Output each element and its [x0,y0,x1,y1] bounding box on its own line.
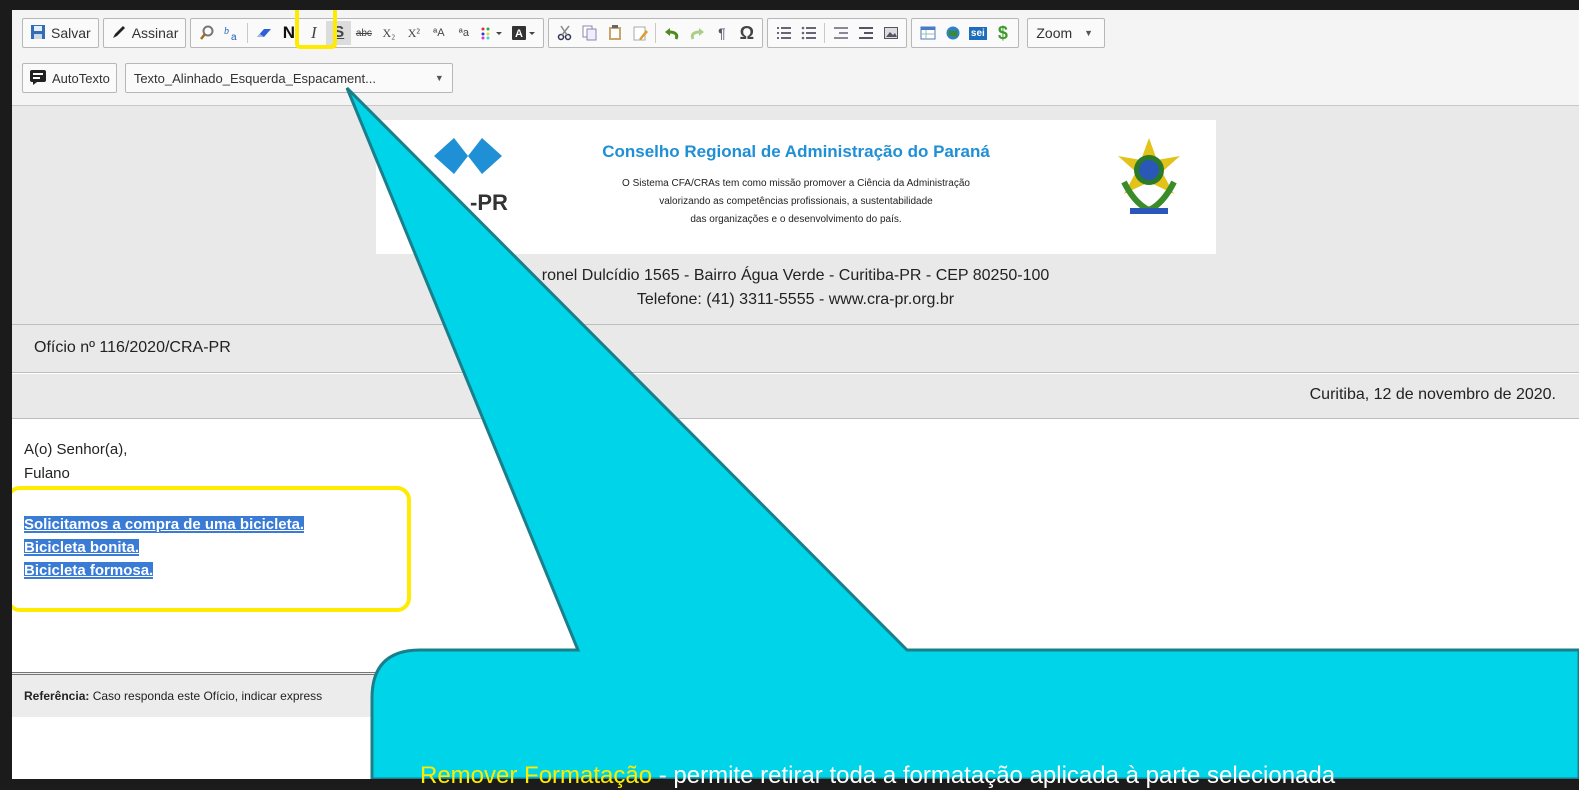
subscript-button[interactable]: X₂ [376,21,401,45]
reference-label: Referência: [24,689,90,703]
insert-group: sei $ [911,18,1020,48]
oficio-number-bar: Ofício nº 116/2020/CRA-PR [12,325,1579,373]
oficio-number: Ofício nº 116/2020/CRA-PR [34,339,231,356]
outdent-icon[interactable] [828,21,853,45]
image-icon[interactable] [878,21,903,45]
save-icon [30,24,46,43]
coat-of-arms [1104,134,1204,234]
callout-text: Remover Formatação - permite retirar tod… [420,762,1335,790]
address-block: ronel Dulcídio 1565 - Bairro Água Verde … [12,264,1579,312]
zoom-dropdown[interactable]: Zoom ▼ [1027,18,1106,48]
save-button[interactable]: Salvar [22,18,99,48]
text-color-icon[interactable] [476,21,508,45]
redo-icon[interactable] [684,21,709,45]
toolbar: Salvar Assinar ba N I S abc X₂ X² ªA ªa [12,10,1579,106]
address-line: ronel Dulcídio 1565 - Bairro Água Verde … [541,267,1050,284]
separator [247,23,249,43]
save-label: Salvar [51,25,91,41]
cut-icon[interactable] [552,21,577,45]
toolbar-row-1: Salvar Assinar ba N I S abc X₂ X² ªA ªa [22,18,1106,48]
pilcrow-icon[interactable]: ¶ [709,21,734,45]
reference-text: Referência: Caso responda este Ofício, i… [24,689,322,703]
link-icon[interactable] [940,21,965,45]
mission-line-1: O Sistema CFA/CRAs tem como missão promo… [622,178,970,189]
zoom-label: Zoom [1036,25,1073,41]
eraser-icon[interactable] [251,21,276,45]
document-date: Curitiba, 12 de novembro de 2020. [1309,386,1556,403]
chevron-down-icon: ▼ [434,73,444,83]
callout-highlight: Remover Formatação [420,762,653,789]
clipboard-group: ¶ Ω [548,18,764,48]
replace-icon[interactable]: ba [219,21,244,45]
style-value: Texto_Alinhado_Esquerda_Espacament... [133,70,376,86]
numbered-list-icon[interactable] [771,21,796,45]
decrease-font-icon[interactable]: ªa [451,21,476,45]
mission-line-2: valorizando as competências profissionai… [659,196,933,207]
recipient: Fulano [24,465,70,482]
svg-text:b: b [224,26,229,37]
selection-highlight [12,486,411,612]
chevron-down-icon: ▼ [1084,28,1094,38]
paste-icon[interactable] [602,21,627,45]
svg-text:A: A [515,28,523,40]
sei-icon[interactable]: sei [965,21,990,45]
date-bar: Curitiba, 12 de novembro de 2020. [12,374,1579,419]
style-dropdown[interactable]: Texto_Alinhado_Esquerda_Espacament... ▼ [124,63,453,93]
document-body[interactable]: A(o) Senhor(a), Fulano Solicitamos a com… [12,419,1579,669]
autotext-label: AutoTexto [52,70,110,86]
org-name: Conselho Regional de Administração do Pa… [602,142,990,161]
table-icon[interactable] [915,21,940,45]
paste-text-icon[interactable] [627,21,652,45]
autotext-button[interactable]: AutoTexto [22,63,117,93]
strikethrough-button[interactable]: abc [351,21,376,45]
find-icon[interactable] [194,21,219,45]
undo-icon[interactable] [659,21,684,45]
separator [655,23,657,43]
separator [824,23,826,43]
paragraph-group [767,18,908,48]
letterhead-card: -PR Conselho Regional de Administração d… [376,120,1216,254]
reference-bar: Referência: Caso responda este Ofício, i… [12,672,1579,717]
indent-icon[interactable] [853,21,878,45]
reference-body: Caso responda este Ofício, indicar expre… [89,689,323,703]
toolbar-row-2: AutoTexto Texto_Alinhado_Esquerda_Espaca… [22,63,453,93]
phone-line: Telefone: (41) 3311-5555 - www.cra-pr.or… [636,291,955,308]
salutation: A(o) Senhor(a), [24,441,128,458]
copy-icon[interactable] [577,21,602,45]
format-group: ba N I S abc X₂ X² ªA ªa A [190,18,545,48]
sign-label: Assinar [131,25,179,41]
pen-icon [111,24,127,43]
document-header: -PR Conselho Regional de Administração d… [12,106,1579,325]
eraser-highlight [295,10,337,49]
special-char-icon[interactable]: Ω [734,21,759,45]
sei-label: sei [968,26,987,40]
callout-description: - permite retirar toda a formatação apli… [652,762,1336,789]
increase-font-icon[interactable]: ªA [426,21,451,45]
editor-window: Salvar Assinar ba N I S abc X₂ X² ªA ªa [12,10,1579,779]
sign-button[interactable]: Assinar [102,18,187,48]
dollar-icon[interactable]: $ [990,21,1015,45]
autotext-icon [29,69,47,88]
bullet-list-icon[interactable] [796,21,821,45]
superscript-button[interactable]: X² [401,21,426,45]
background-color-icon[interactable]: A [508,21,540,45]
mission-line-3: das organizações e o desenvolvimento do … [690,214,902,225]
svg-text:a: a [231,32,237,41]
